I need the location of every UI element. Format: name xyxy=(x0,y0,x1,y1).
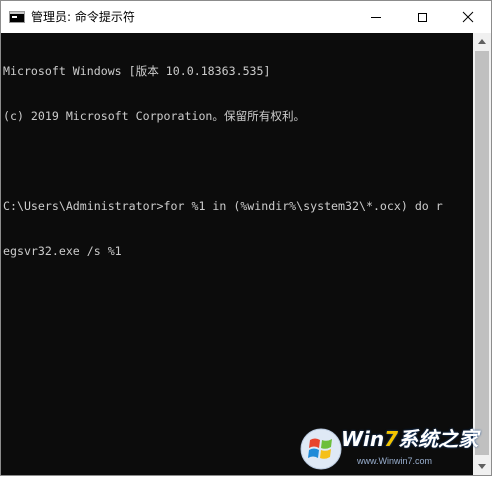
close-button[interactable] xyxy=(445,1,491,33)
watermark-site: www.Winwin7.com xyxy=(357,456,433,466)
minimize-icon xyxy=(371,16,381,18)
command-prompt-window: 管理员: 命令提示符 Microsoft Windows [版本 10.0.18… xyxy=(0,0,492,476)
window-title: 管理员: 命令提示符 xyxy=(31,10,135,24)
windows-logo-icon xyxy=(300,428,342,470)
console-line: C:\Users\Administrator>for %1 in (%windi… xyxy=(3,199,443,213)
chevron-up-icon xyxy=(478,39,486,44)
console-line: (c) 2019 Microsoft Corporation。保留所有权利。 xyxy=(3,109,306,123)
watermark-brand: Win7系统之家 xyxy=(341,427,479,451)
watermark: Win7系统之家 www.Winwin7.com xyxy=(297,421,492,477)
maximize-icon xyxy=(417,12,427,22)
scroll-thumb[interactable] xyxy=(475,51,489,455)
console-text: Microsoft Windows [版本 10.0.18363.535] (c… xyxy=(3,34,443,289)
console-line: Microsoft Windows [版本 10.0.18363.535] xyxy=(3,64,271,78)
close-icon xyxy=(462,11,474,23)
console-output-area[interactable]: Microsoft Windows [版本 10.0.18363.535] (c… xyxy=(1,33,473,475)
scroll-up-button[interactable] xyxy=(473,33,491,50)
cmd-icon[interactable] xyxy=(9,11,25,23)
minimize-button[interactable] xyxy=(353,1,399,33)
console-line: egsvr32.exe /s %1 xyxy=(3,244,122,258)
title-bar[interactable]: 管理员: 命令提示符 xyxy=(1,1,491,33)
maximize-button[interactable] xyxy=(399,1,445,33)
vertical-scrollbar[interactable] xyxy=(473,33,491,475)
